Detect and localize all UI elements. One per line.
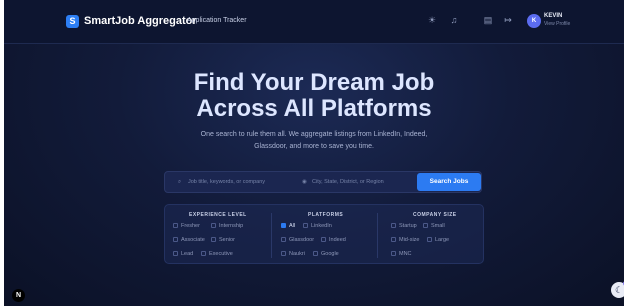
checkbox[interactable] — [391, 223, 396, 228]
user-name[interactable]: KEVIN — [544, 13, 562, 19]
filter-platform-all[interactable]: All — [281, 222, 295, 230]
checkbox[interactable] — [281, 251, 286, 256]
filter-glassdoor[interactable]: Glassdoor — [281, 236, 314, 244]
hero-title: Find Your Dream Job Across All Platforms — [4, 70, 624, 122]
logo-icon[interactable]: S — [66, 15, 79, 28]
checkbox[interactable] — [303, 223, 308, 228]
filter-startup[interactable]: Startup — [391, 222, 417, 230]
checkbox[interactable] — [427, 237, 432, 242]
brand-name[interactable]: SmartJob Aggregator — [84, 15, 197, 27]
sun-icon[interactable]: ☀ — [426, 14, 438, 26]
filters-panel: EXPERIENCE LEVEL PLATFORMS COMPANY SIZE … — [164, 204, 484, 264]
n-badge[interactable]: N — [12, 289, 25, 302]
avatar[interactable]: K — [527, 14, 541, 28]
hero-subtitle-line2: Glassdoor, and more to save you time. — [254, 143, 374, 150]
search-bar: ⌕ Job title, keywords, or company ◉ City… — [164, 171, 482, 193]
hero-subtitle-line1: One search to rule them all. We aggregat… — [200, 131, 428, 138]
filter-naukri[interactable]: Naukri — [281, 250, 305, 258]
filter-google[interactable]: Google — [313, 250, 339, 258]
checkbox[interactable] — [313, 251, 318, 256]
keyword-input[interactable]: Job title, keywords, or company — [188, 172, 265, 192]
filter-associate[interactable]: Associate — [173, 236, 205, 244]
checkbox[interactable] — [321, 237, 326, 242]
company-size-heading: COMPANY SIZE — [413, 212, 457, 218]
filter-mid-size[interactable]: Mid-size — [391, 236, 419, 244]
hero-title-line1: Find Your Dream Job — [193, 69, 435, 96]
checkbox[interactable] — [391, 251, 396, 256]
experience-level-heading: EXPERIENCE LEVEL — [189, 212, 247, 218]
checkbox[interactable] — [173, 237, 178, 242]
search-keyword-icon: ⌕ — [178, 179, 182, 185]
checkbox[interactable] — [391, 237, 396, 242]
divider — [377, 213, 378, 258]
filter-fresher[interactable]: Fresher — [173, 222, 200, 230]
location-input[interactable]: City, State, District, or Region — [312, 172, 384, 192]
nav-link-application-tracker[interactable]: Application Tracker — [187, 17, 247, 24]
checkbox[interactable] — [173, 251, 178, 256]
document-icon[interactable]: ▤ — [482, 14, 494, 26]
checkbox[interactable] — [173, 223, 178, 228]
search-jobs-button[interactable]: Search Jobs — [417, 173, 481, 191]
page: S SmartJob Aggregator Application Tracke… — [4, 0, 624, 306]
filter-linkedin[interactable]: LinkedIn — [303, 222, 332, 230]
filter-executive[interactable]: Executive — [201, 250, 233, 258]
platforms-heading: PLATFORMS — [308, 212, 344, 218]
checkbox-checked[interactable] — [281, 223, 286, 228]
hero-title-line2: Across All Platforms — [196, 95, 432, 122]
filter-lead[interactable]: Lead — [173, 250, 193, 258]
filter-senior[interactable]: Senior — [211, 236, 235, 244]
navbar: S SmartJob Aggregator Application Tracke… — [4, 0, 624, 44]
filter-mnc[interactable]: MNC — [391, 250, 412, 258]
filter-indeed[interactable]: Indeed — [321, 236, 346, 244]
filter-large[interactable]: Large — [427, 236, 449, 244]
checkbox[interactable] — [281, 237, 286, 242]
filter-internship[interactable]: Internship — [211, 222, 243, 230]
checkbox[interactable] — [211, 237, 216, 242]
checkbox[interactable] — [201, 251, 206, 256]
divider — [271, 213, 272, 258]
bell-icon[interactable]: ♫ — [448, 14, 460, 26]
location-pin-icon: ◉ — [302, 179, 307, 185]
logout-icon[interactable]: ↦ — [502, 14, 514, 26]
checkbox[interactable] — [211, 223, 216, 228]
moon-icon[interactable]: ☾ — [611, 282, 624, 298]
view-profile-link[interactable]: View Profile — [544, 21, 570, 27]
checkbox[interactable] — [423, 223, 428, 228]
filter-small[interactable]: Small — [423, 222, 445, 230]
hero-subtitle: One search to rule them all. We aggregat… — [4, 129, 624, 153]
notification-dot — [623, 281, 624, 286]
